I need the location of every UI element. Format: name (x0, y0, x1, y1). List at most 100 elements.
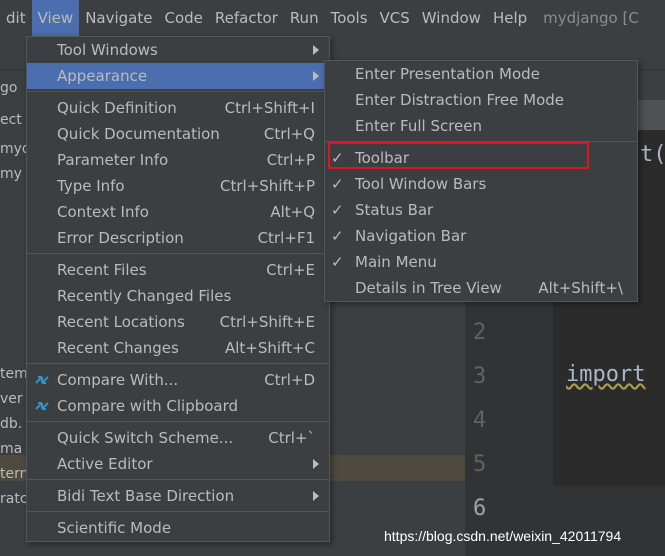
project-item[interactable]: my (0, 166, 22, 182)
menu-item-navigation-bar[interactable]: ✓ Navigation Bar (325, 223, 637, 249)
menu-view[interactable]: View (31, 0, 80, 36)
menu-code[interactable]: Code (158, 0, 208, 36)
appearance-submenu: Enter Presentation Mode Enter Distraction… (324, 60, 638, 302)
menu-item-shortcut: Ctrl+Shift+P (220, 177, 315, 195)
compare-icon (33, 371, 51, 389)
menu-item-scientific-mode[interactable]: Scientific Mode (27, 515, 329, 541)
menu-item-label: Quick Definition (57, 99, 177, 117)
menu-item-shortcut: Ctrl+Shift+E (219, 313, 315, 331)
compare-clipboard-icon (33, 397, 51, 415)
menu-item-recently-changed-files[interactable]: Recently Changed Files (27, 283, 329, 309)
menu-item-tool-windows[interactable]: Tool Windows (27, 37, 329, 63)
project-item[interactable]: ma (0, 441, 22, 457)
project-item[interactable]: db. (0, 416, 22, 432)
line-number: 6 (473, 496, 487, 521)
code-fragment: t(, (640, 142, 665, 167)
menu-item-enter-full-screen[interactable]: Enter Full Screen (325, 113, 637, 139)
chevron-right-icon (313, 45, 319, 55)
menu-item-details-in-tree-view[interactable]: Details in Tree View Alt+Shift+\ (325, 275, 637, 301)
menu-item-enter-distraction-free-mode[interactable]: Enter Distraction Free Mode (325, 87, 637, 113)
menu-run[interactable]: Run (284, 0, 325, 36)
menu-item-active-editor[interactable]: Active Editor (27, 451, 329, 477)
menu-item-tool-window-bars[interactable]: ✓ Tool Window Bars (325, 171, 637, 197)
project-item[interactable]: ver (0, 391, 23, 407)
menu-item-label: Active Editor (57, 455, 153, 473)
highlight-box (328, 142, 589, 169)
menu-item-label: Recently Changed Files (57, 287, 232, 305)
menu-refactor[interactable]: Refactor (209, 0, 284, 36)
menu-item-type-info[interactable]: Type Info Ctrl+Shift+P (27, 173, 329, 199)
menu-item-compare-with[interactable]: Compare With... Ctrl+D (27, 367, 329, 393)
menu-item-label: Compare with Clipboard (57, 397, 239, 415)
menu-item-enter-presentation-mode[interactable]: Enter Presentation Mode (325, 61, 637, 87)
menu-dit[interactable]: dit (0, 0, 32, 36)
view-menu: Tool Windows Appearance Quick Definition Ct… (26, 36, 330, 542)
menu-item-shortcut: Ctrl+E (266, 261, 315, 279)
chevron-right-icon (313, 71, 319, 81)
menu-item-label: Error Description (57, 229, 184, 247)
chevron-right-icon (313, 459, 319, 469)
project-item[interactable]: go (0, 80, 17, 96)
project-item[interactable]: ect (0, 112, 22, 128)
code-line: import (566, 362, 646, 387)
menu-vcs[interactable]: VCS (374, 0, 416, 36)
menu-item-label: Navigation Bar (355, 227, 467, 245)
watermark: https://blog.csdn.net/weixin_42011794 (384, 528, 622, 544)
menu-item-label: Main Menu (355, 253, 437, 271)
menu-item-label: Context Info (57, 203, 149, 221)
menu-item-status-bar[interactable]: ✓ Status Bar (325, 197, 637, 223)
menu-item-error-description[interactable]: Error Description Ctrl+F1 (27, 225, 329, 251)
menu-item-label: Compare With... (57, 371, 179, 389)
menu-item-quick-documentation[interactable]: Quick Documentation Ctrl+Q (27, 121, 329, 147)
menu-item-compare-with-clipboard[interactable]: Compare with Clipboard (27, 393, 329, 419)
menu-item-label: Bidi Text Base Direction (57, 487, 235, 505)
menu-item-label: Enter Distraction Free Mode (355, 91, 565, 109)
menu-item-context-info[interactable]: Context Info Alt+Q (27, 199, 329, 225)
line-number: 5 (473, 452, 487, 477)
menu-item-shortcut: Ctrl+` (268, 429, 315, 447)
line-number: 2 (473, 320, 487, 345)
menu-item-label: Details in Tree View (355, 279, 502, 297)
menu-item-label: Status Bar (355, 201, 434, 219)
menu-item-shortcut: Ctrl+Shift+I (224, 99, 315, 117)
menu-item-shortcut: Alt+Shift+\ (538, 279, 623, 297)
project-item[interactable]: ratc (0, 491, 28, 507)
menu-item-shortcut: Alt+Shift+C (224, 339, 315, 357)
menu-item-appearance[interactable]: Appearance (27, 63, 329, 89)
menu-item-main-menu[interactable]: ✓ Main Menu (325, 249, 637, 275)
menu-tools[interactable]: Tools (325, 0, 374, 36)
menu-item-recent-locations[interactable]: Recent Locations Ctrl+Shift+E (27, 309, 329, 335)
menu-item-label: Enter Presentation Mode (355, 65, 540, 83)
menu-item-quick-definition[interactable]: Quick Definition Ctrl+Shift+I (27, 95, 329, 121)
project-item[interactable]: tern (0, 466, 29, 482)
menu-item-label: Type Info (57, 177, 125, 195)
project-item[interactable]: tem (0, 366, 28, 382)
menu-item-label: Quick Switch Scheme... (57, 429, 234, 447)
menu-help[interactable]: Help (487, 0, 533, 36)
menu-item-bidi-text-base-direction[interactable]: Bidi Text Base Direction (27, 483, 329, 509)
window-title: mydjango [C (543, 9, 639, 27)
menu-item-parameter-info[interactable]: Parameter Info Ctrl+P (27, 147, 329, 173)
menu-item-recent-files[interactable]: Recent Files Ctrl+E (27, 257, 329, 283)
menu-item-quick-switch-scheme[interactable]: Quick Switch Scheme... Ctrl+` (27, 425, 329, 451)
menu-item-shortcut: Ctrl+D (264, 371, 315, 389)
menu-navigate[interactable]: Navigate (79, 0, 158, 36)
menu-window[interactable]: Window (416, 0, 487, 36)
check-icon: ✓ (331, 201, 344, 219)
menu-item-shortcut: Alt+Q (270, 203, 315, 221)
menu-item-label: Appearance (57, 67, 148, 85)
menu-item-label: Tool Window Bars (355, 175, 487, 193)
menu-item-label: Recent Changes (57, 339, 179, 357)
check-icon: ✓ (331, 253, 344, 271)
line-number: 4 (473, 408, 487, 433)
menu-item-shortcut: Ctrl+P (266, 151, 315, 169)
check-icon: ✓ (331, 227, 344, 245)
menu-item-shortcut: Ctrl+Q (263, 125, 315, 143)
menu-item-label: Parameter Info (57, 151, 169, 169)
menu-item-recent-changes[interactable]: Recent Changes Alt+Shift+C (27, 335, 329, 361)
line-number: 3 (473, 364, 487, 389)
menu-item-label: Recent Locations (57, 313, 185, 331)
chevron-right-icon (313, 491, 319, 501)
menu-item-label: Scientific Mode (57, 519, 172, 537)
menu-item-shortcut: Ctrl+F1 (257, 229, 315, 247)
